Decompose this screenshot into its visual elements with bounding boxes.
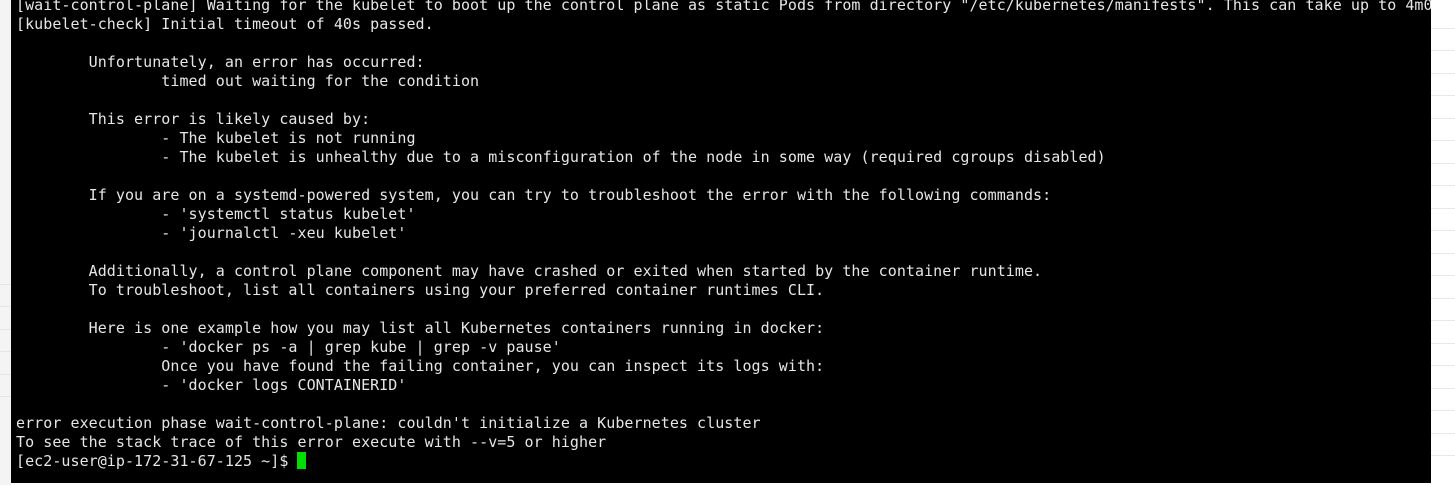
terminal-line: error execution phase wait-control-plane… bbox=[16, 414, 761, 432]
terminal-line: - The kubelet is not running bbox=[16, 129, 416, 147]
terminal-line: timed out waiting for the condition bbox=[16, 72, 480, 90]
terminal-line: - 'systemctl status kubelet' bbox=[16, 205, 416, 223]
terminal-line: Unfortunately, an error has occurred: bbox=[16, 53, 425, 71]
terminal-output[interactable]: [wait-control-plane] Waiting for the kub… bbox=[11, 0, 1431, 483]
terminal-line: To troubleshoot, list all containers usi… bbox=[16, 281, 825, 299]
terminal-line: To see the stack trace of this error exe… bbox=[16, 433, 607, 451]
prompt-line[interactable]: [ec2-user@ip-172-31-67-125 ~]$ bbox=[16, 452, 307, 471]
terminal-line: If you are on a systemd-powered system, … bbox=[16, 186, 1052, 204]
terminal-line: [kubelet-check] Initial timeout of 40s p… bbox=[16, 15, 434, 33]
terminal-line: Additionally, a control plane component … bbox=[16, 262, 1043, 280]
terminal-line: - 'docker ps -a | grep kube | grep -v pa… bbox=[16, 338, 561, 356]
terminal-line: This error is likely caused by: bbox=[16, 110, 371, 128]
terminal-line: Here is one example how you may list all… bbox=[16, 319, 825, 337]
text-cursor bbox=[297, 452, 307, 469]
terminal-line: - 'journalctl -xeu kubelet' bbox=[16, 224, 407, 242]
left-window-edge bbox=[0, 0, 11, 485]
terminal-line: Once you have found the failing containe… bbox=[16, 357, 825, 375]
terminal-line: - The kubelet is unhealthy due to a misc… bbox=[16, 148, 1106, 166]
terminal-line: - 'docker logs CONTAINERID' bbox=[16, 376, 407, 394]
terminal-line: [wait-control-plane] Waiting for the kub… bbox=[16, 0, 1431, 14]
shell-prompt: [ec2-user@ip-172-31-67-125 ~]$ bbox=[16, 452, 289, 470]
